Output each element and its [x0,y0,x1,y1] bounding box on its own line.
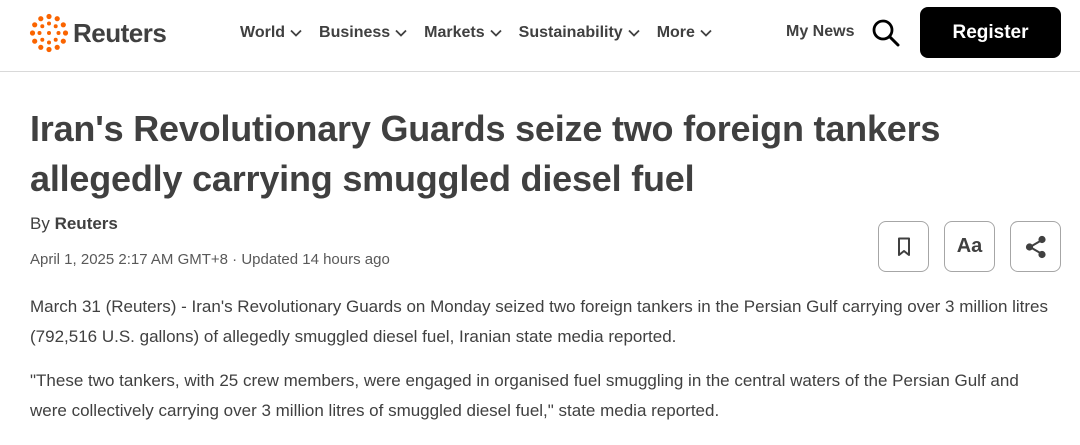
article-dateline: April 1, 2025 2:17 AM GMT+8 · Updated 14… [30,251,390,268]
nav-item-sustainability[interactable]: Sustainability [519,24,640,42]
bookmark-icon [897,237,910,256]
chevron-down-icon [700,29,712,37]
site-header: Reuters World Business Markets Sustainab… [0,0,1080,72]
text-size-button[interactable]: Aa [944,221,995,272]
nav-item-more[interactable]: More [657,24,712,42]
chevron-down-icon [395,29,407,37]
nav-item-label: Business [319,24,391,41]
chevron-down-icon [290,29,302,37]
nav-item-label: More [656,24,695,41]
search-button[interactable] [871,18,901,48]
search-icon [872,19,900,47]
article-headline: Iran's Revolutionary Guards seize two fo… [30,108,941,199]
main-nav: World Business Markets Sustainability Mo… [240,22,729,44]
byline-prefix: By [30,214,50,233]
nav-item-label: Markets [424,24,485,41]
byline: By Reuters [30,214,118,234]
logo-wordmark: Reuters [73,17,167,48]
reuters-dots-logo-icon [29,13,69,53]
nav-item-label: Sustainability [518,24,623,41]
nav-item-label: World [240,24,286,41]
chevron-down-icon [490,29,502,37]
article-paragraph: March 31 (Reuters) - Iran's Revolutionar… [30,297,1049,346]
share-icon [1025,235,1046,258]
byline-author[interactable]: Reuters [55,214,118,233]
bookmark-button[interactable] [878,221,929,272]
text-size-label: Aa [956,235,983,257]
register-button[interactable]: Register [920,7,1061,58]
my-news-link[interactable]: My News [786,23,854,41]
reuters-logo[interactable]: Reuters [29,13,167,53]
article-paragraph: "These two tankers, with 25 crew members… [30,371,1019,420]
nav-item-business[interactable]: Business [319,24,407,42]
share-button[interactable] [1010,221,1061,272]
nav-item-markets[interactable]: Markets [424,24,502,42]
nav-item-world[interactable]: World [240,24,302,42]
chevron-down-icon [628,29,640,37]
